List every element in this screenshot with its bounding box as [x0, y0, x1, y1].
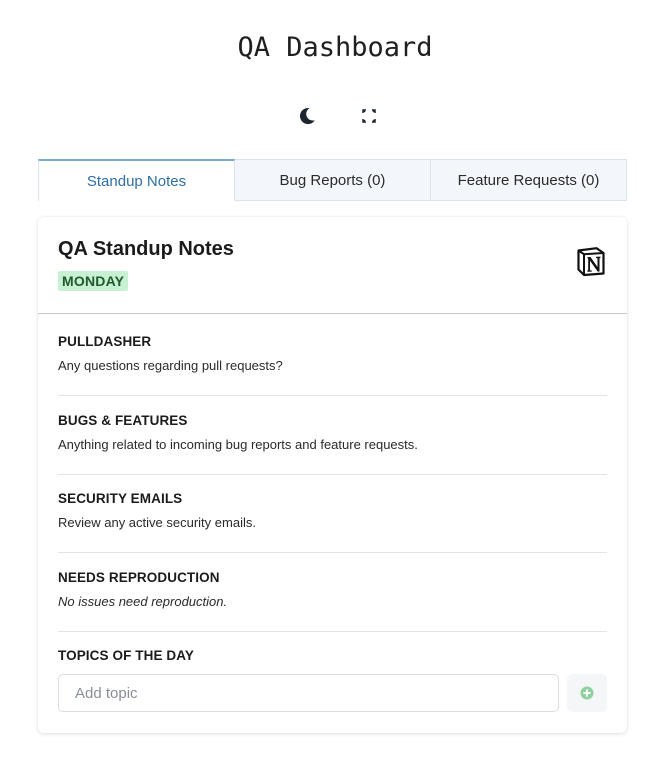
day-badge: MONDAY — [58, 271, 129, 291]
section-security-emails: SECURITY EMAILS Review any active securi… — [58, 491, 607, 553]
page-title: QA Dashboard — [237, 32, 433, 63]
notion-link[interactable] — [575, 245, 607, 277]
section-text: Any questions regarding pull requests? — [58, 358, 283, 373]
add-topic-input[interactable] — [58, 674, 559, 712]
fullscreen-button[interactable] — [350, 103, 382, 129]
moon-icon — [299, 108, 315, 125]
section-text: Anything related to incoming bug reports… — [58, 437, 418, 452]
section-title: NEEDS REPRODUCTION — [58, 570, 220, 585]
card-header: QA Standup Notes MONDAY — [38, 217, 627, 314]
section-title: BUGS & FEATURES — [58, 413, 188, 428]
card-title: QA Standup Notes — [58, 238, 234, 260]
section-needs-reproduction: NEEDS REPRODUCTION No issues need reprod… — [58, 570, 607, 632]
section-pulldasher: PULLDASHER Any questions regarding pull … — [58, 334, 607, 396]
theme-toggle-button[interactable] — [288, 103, 320, 129]
tab-standup-notes[interactable]: Standup Notes — [38, 159, 235, 201]
section-topics-of-the-day: TOPICS OF THE DAY — [58, 648, 607, 668]
expand-icon — [362, 109, 376, 123]
topic-row — [58, 674, 607, 714]
section-title: SECURITY EMAILS — [58, 491, 183, 506]
section-title: TOPICS OF THE DAY — [58, 648, 194, 663]
tab-bar: Standup Notes Bug Reports (0) Feature Re… — [38, 159, 627, 201]
section-text: No issues need reproduction. — [58, 594, 228, 609]
plus-circle-icon — [580, 686, 594, 700]
add-topic-button[interactable] — [567, 674, 607, 712]
top-controls — [0, 103, 670, 129]
page: QA Dashboard Standup Notes Bug Reports (… — [0, 0, 670, 779]
tab-bug-reports[interactable]: Bug Reports (0) — [235, 159, 431, 201]
section-bugs-features: BUGS & FEATURES Anything related to inco… — [58, 413, 607, 475]
standup-notes-card: QA Standup Notes MONDAY PULLDASHER Any q… — [38, 217, 627, 733]
section-title: PULLDASHER — [58, 334, 152, 349]
notion-logo-icon — [577, 247, 605, 277]
tab-feature-requests[interactable]: Feature Requests (0) — [431, 159, 627, 201]
section-text: Review any active security emails. — [58, 515, 256, 530]
